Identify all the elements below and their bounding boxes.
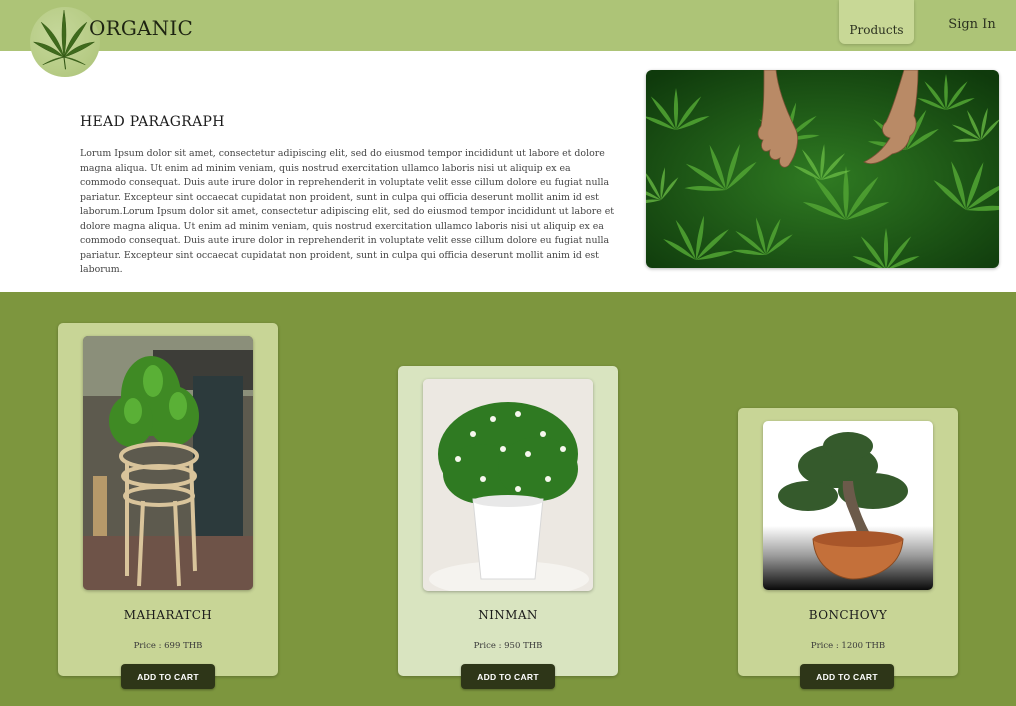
header-bar: ORGANIC Products Sign In <box>0 0 1016 77</box>
hero-cannabis-hands-image <box>646 70 999 268</box>
product-price: Price : 699 THB <box>133 641 203 651</box>
product-name: MAHARATCH <box>123 608 213 622</box>
product-name: NINMAN <box>478 608 538 622</box>
hero-paragraph: Lorum Ipsum dolor sit amet, consectetur … <box>80 148 615 275</box>
hero-heading: HEAD PARAGRAPH <box>80 114 225 130</box>
product-name: BONCHOVY <box>808 608 888 622</box>
product-card: MAHARATCH Price : 699 THB <box>58 323 278 676</box>
product-image <box>83 336 253 590</box>
products-section: MAHARATCH Price : 699 THB ADD TO CART NI… <box>0 292 1016 706</box>
product-image <box>763 421 933 590</box>
add-to-cart-button[interactable]: ADD TO CART <box>121 664 215 689</box>
add-to-cart-button[interactable]: ADD TO CART <box>461 664 555 689</box>
product-card: NINMAN Price : 950 THB <box>398 366 618 676</box>
product-price: Price : 950 THB <box>473 641 543 651</box>
product-image <box>423 379 593 591</box>
nav-sign-in-link[interactable]: Sign In <box>938 17 1006 32</box>
nav-products-tab[interactable]: Products <box>839 0 914 44</box>
product-price: Price : 1200 THB <box>810 641 886 651</box>
add-to-cart-button[interactable]: ADD TO CART <box>800 664 894 689</box>
product-card: BONCHOVY Price : 1200 THB <box>738 408 958 676</box>
brand-title[interactable]: ORGANIC <box>89 16 193 40</box>
